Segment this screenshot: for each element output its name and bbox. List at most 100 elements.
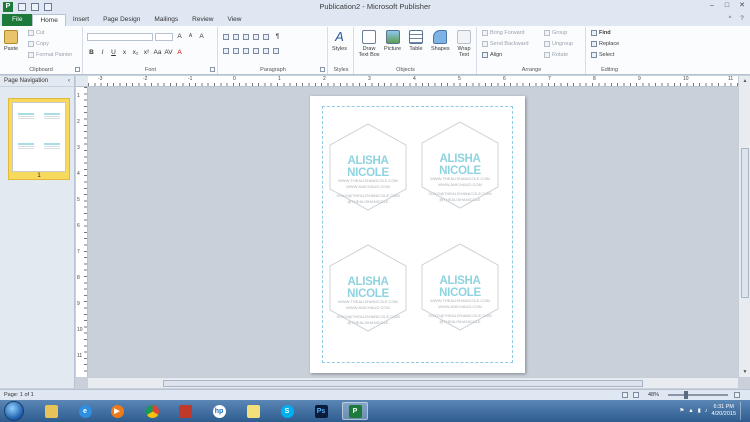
replace-button[interactable]: Replace	[591, 41, 619, 47]
font-launcher-icon[interactable]	[210, 67, 215, 72]
bold-button[interactable]: B	[87, 48, 96, 57]
tab-insert[interactable]: Insert	[66, 14, 96, 26]
close-button[interactable]: ✕	[736, 1, 748, 11]
styles-button[interactable]: A Styles	[332, 30, 347, 53]
taskbar-chrome[interactable]	[139, 402, 165, 420]
taskbar-notes[interactable]	[240, 402, 266, 420]
scroll-up-icon[interactable]: ▲	[739, 76, 750, 86]
group-button[interactable]: Group	[544, 30, 567, 36]
bring-forward-button[interactable]: Bring Forward	[482, 30, 525, 36]
taskbar-app[interactable]	[172, 402, 198, 420]
vertical-ruler[interactable]: 1 2 3 4 5 6 7 8 9 10 11	[76, 87, 88, 377]
taskbar-photoshop[interactable]: Ps	[308, 402, 334, 420]
tab-file[interactable]: File	[2, 14, 33, 26]
business-card[interactable]: ALISHA NICOLE WWW.THEALISHANICOLE.COM WWW.…	[420, 120, 500, 210]
bullets-icon[interactable]	[223, 33, 229, 40]
fit-page-icon[interactable]	[734, 392, 740, 398]
draw-text-box-button[interactable]: Draw Text Box	[358, 30, 380, 58]
wrap-text-button[interactable]: Wrap Text	[454, 30, 474, 58]
send-backward-button[interactable]: Send Backward	[482, 41, 529, 47]
taskbar-media[interactable]: ▶	[104, 402, 130, 420]
tray-network-icon[interactable]: ▮	[698, 408, 701, 414]
ungroup-button[interactable]: Ungroup	[544, 41, 573, 47]
taskbar-hp[interactable]: hp	[206, 402, 232, 420]
taskbar-explorer[interactable]	[38, 402, 64, 420]
italic-button[interactable]: I	[98, 48, 107, 57]
minimize-button[interactable]: –	[706, 1, 718, 11]
decrease-indent-icon[interactable]	[243, 33, 249, 40]
publication-page[interactable]: ALISHA NICOLE WWW.THEALISHANICOLE.COM WWW.…	[310, 96, 525, 373]
align-center-icon[interactable]	[233, 48, 239, 54]
columns-icon[interactable]	[273, 48, 279, 54]
page-count-status[interactable]: Page: 1 of 1	[4, 392, 34, 398]
business-card[interactable]: ALISHA NICOLE WWW.THEALISHANICOLE.COM WWW.…	[328, 122, 408, 212]
vertical-scroll-thumb[interactable]	[741, 148, 749, 298]
align-button[interactable]: Align	[482, 52, 502, 58]
select-button[interactable]: Select	[591, 52, 614, 58]
font-size-dropdown[interactable]	[155, 32, 173, 41]
two-page-view-icon[interactable]	[633, 392, 639, 398]
start-button[interactable]	[4, 401, 24, 421]
taskbar-ie[interactable]: e	[72, 402, 98, 420]
zoom-slider-handle[interactable]	[684, 391, 688, 399]
align-left-icon[interactable]	[223, 48, 229, 54]
business-card[interactable]: ALISHA NICOLE WWW.THEALISHANICOLE.COM WWW.…	[328, 243, 408, 333]
help-icon[interactable]: ?	[738, 15, 746, 23]
minimize-ribbon-icon[interactable]: ^	[726, 15, 734, 23]
numbering-icon[interactable]	[233, 33, 239, 40]
font-color-button[interactable]: A	[175, 48, 184, 57]
table-button[interactable]: Table	[409, 30, 423, 52]
character-spacing-button[interactable]: AV	[164, 48, 173, 57]
shapes-button[interactable]: Shapes	[431, 30, 450, 52]
rotate-button[interactable]: Rotate	[544, 52, 568, 58]
superscript-button[interactable]: x²	[142, 48, 151, 57]
taskbar-skype[interactable]: S	[274, 402, 300, 420]
vertical-scrollbar[interactable]: ▲ ▼	[738, 76, 750, 377]
taskbar-publisher[interactable]: P	[342, 402, 368, 420]
tab-page-design[interactable]: Page Design	[96, 14, 147, 26]
copy-button[interactable]: Copy	[28, 41, 49, 47]
line-spacing-icon[interactable]	[263, 33, 269, 40]
page-thumbnail[interactable]: 1	[8, 98, 70, 180]
horizontal-scrollbar[interactable]	[88, 377, 738, 388]
align-right-icon[interactable]	[243, 48, 249, 54]
cut-button[interactable]: Cut	[28, 30, 45, 36]
workspace[interactable]: ALISHA NICOLE WWW.THEALISHANICOLE.COM WWW.…	[88, 88, 738, 377]
horizontal-scroll-thumb[interactable]	[163, 380, 643, 387]
tab-home[interactable]: Home	[32, 14, 66, 26]
justify-icon[interactable]	[253, 48, 259, 54]
scroll-down-icon[interactable]: ▼	[739, 367, 750, 377]
shrink-font-button[interactable]: A	[186, 32, 195, 41]
zoom-level[interactable]: 48%	[648, 392, 659, 398]
strikethrough-button[interactable]: x	[120, 48, 129, 57]
underline-button[interactable]: U	[109, 48, 118, 57]
business-card[interactable]: ALISHA NICOLE WWW.THEALISHANICOLE.COM WWW.…	[420, 242, 500, 332]
increase-indent-icon[interactable]	[253, 33, 259, 40]
format-painter-button[interactable]: Format Painter	[28, 52, 72, 58]
clock[interactable]: 6:31 PM 4/20/2015	[712, 404, 736, 418]
show-paragraph-marks-button[interactable]: ¶	[273, 32, 282, 41]
tab-view[interactable]: View	[220, 14, 248, 26]
tray-arrow-icon[interactable]: ▲	[688, 408, 693, 414]
paragraph-launcher-icon[interactable]	[320, 67, 325, 72]
grow-font-button[interactable]: A	[175, 32, 184, 41]
tray-flag-icon[interactable]: ⚑	[679, 408, 684, 414]
maximize-button[interactable]: □	[721, 1, 733, 11]
subscript-button[interactable]: x₂	[131, 48, 140, 57]
distribute-icon[interactable]	[263, 48, 269, 54]
font-name-dropdown[interactable]	[87, 32, 153, 41]
zoom-slider[interactable]	[668, 394, 728, 396]
change-case-button[interactable]: Aa	[153, 48, 162, 57]
horizontal-ruler[interactable]: -3 -2 -1 0 1 2 3 4 5 6 7 8 9 10 11	[88, 76, 738, 87]
tab-mailings[interactable]: Mailings	[147, 14, 185, 26]
show-desktop-button[interactable]	[740, 402, 748, 420]
single-page-view-icon[interactable]	[622, 392, 628, 398]
tab-review[interactable]: Review	[185, 14, 220, 26]
tray-volume-icon[interactable]: ♪	[705, 408, 708, 414]
clear-formatting-button[interactable]: A	[197, 32, 206, 41]
clipboard-launcher-icon[interactable]	[75, 67, 80, 72]
paste-button[interactable]: Paste	[4, 30, 18, 52]
collapse-pane-icon[interactable]: ‹	[68, 76, 70, 86]
picture-button[interactable]: Picture	[384, 30, 401, 52]
find-button[interactable]: Find	[591, 30, 611, 36]
